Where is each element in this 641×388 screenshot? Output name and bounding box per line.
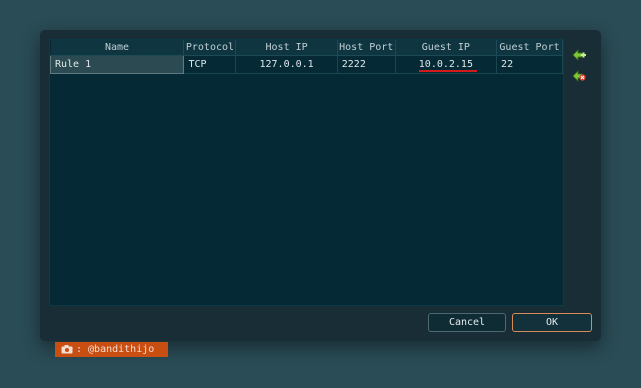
highlight-underline xyxy=(419,70,477,72)
column-header-host-port[interactable]: Host Port xyxy=(337,40,396,56)
camera-icon xyxy=(61,345,73,354)
cell-host-port[interactable]: 2222 xyxy=(337,55,396,74)
column-header-protocol[interactable]: Protocol xyxy=(183,40,237,56)
column-header-name[interactable]: Name xyxy=(50,40,185,56)
credit-text: : @bandithijo xyxy=(76,344,155,355)
rules-table[interactable]: Name Protocol Host IP Host Port Guest IP… xyxy=(49,39,564,306)
cancel-button[interactable]: Cancel xyxy=(428,313,506,332)
table-header: Name Protocol Host IP Host Port Guest IP… xyxy=(50,40,563,56)
table-row[interactable]: Rule 1 TCP 127.0.0.1 2222 10.0.2.15 22 xyxy=(49,55,563,74)
remove-rule-button[interactable] xyxy=(572,67,586,82)
ok-button[interactable]: OK xyxy=(512,313,592,332)
column-header-guest-ip[interactable]: Guest IP xyxy=(395,40,498,56)
remove-rule-icon xyxy=(572,70,586,82)
column-header-host-ip[interactable]: Host IP xyxy=(235,40,338,56)
credit-badge: : @bandithijo xyxy=(55,342,168,357)
cell-host-ip[interactable]: 127.0.0.1 xyxy=(235,55,338,74)
add-rule-icon xyxy=(572,49,586,61)
column-header-guest-port[interactable]: Guest Port xyxy=(496,40,563,56)
add-rule-button[interactable] xyxy=(572,46,586,61)
cell-protocol[interactable]: TCP xyxy=(183,55,237,74)
cell-name[interactable]: Rule 1 xyxy=(49,55,185,74)
port-forwarding-dialog: Name Protocol Host IP Host Port Guest IP… xyxy=(40,30,601,341)
cell-guest-port[interactable]: 22 xyxy=(496,55,563,74)
